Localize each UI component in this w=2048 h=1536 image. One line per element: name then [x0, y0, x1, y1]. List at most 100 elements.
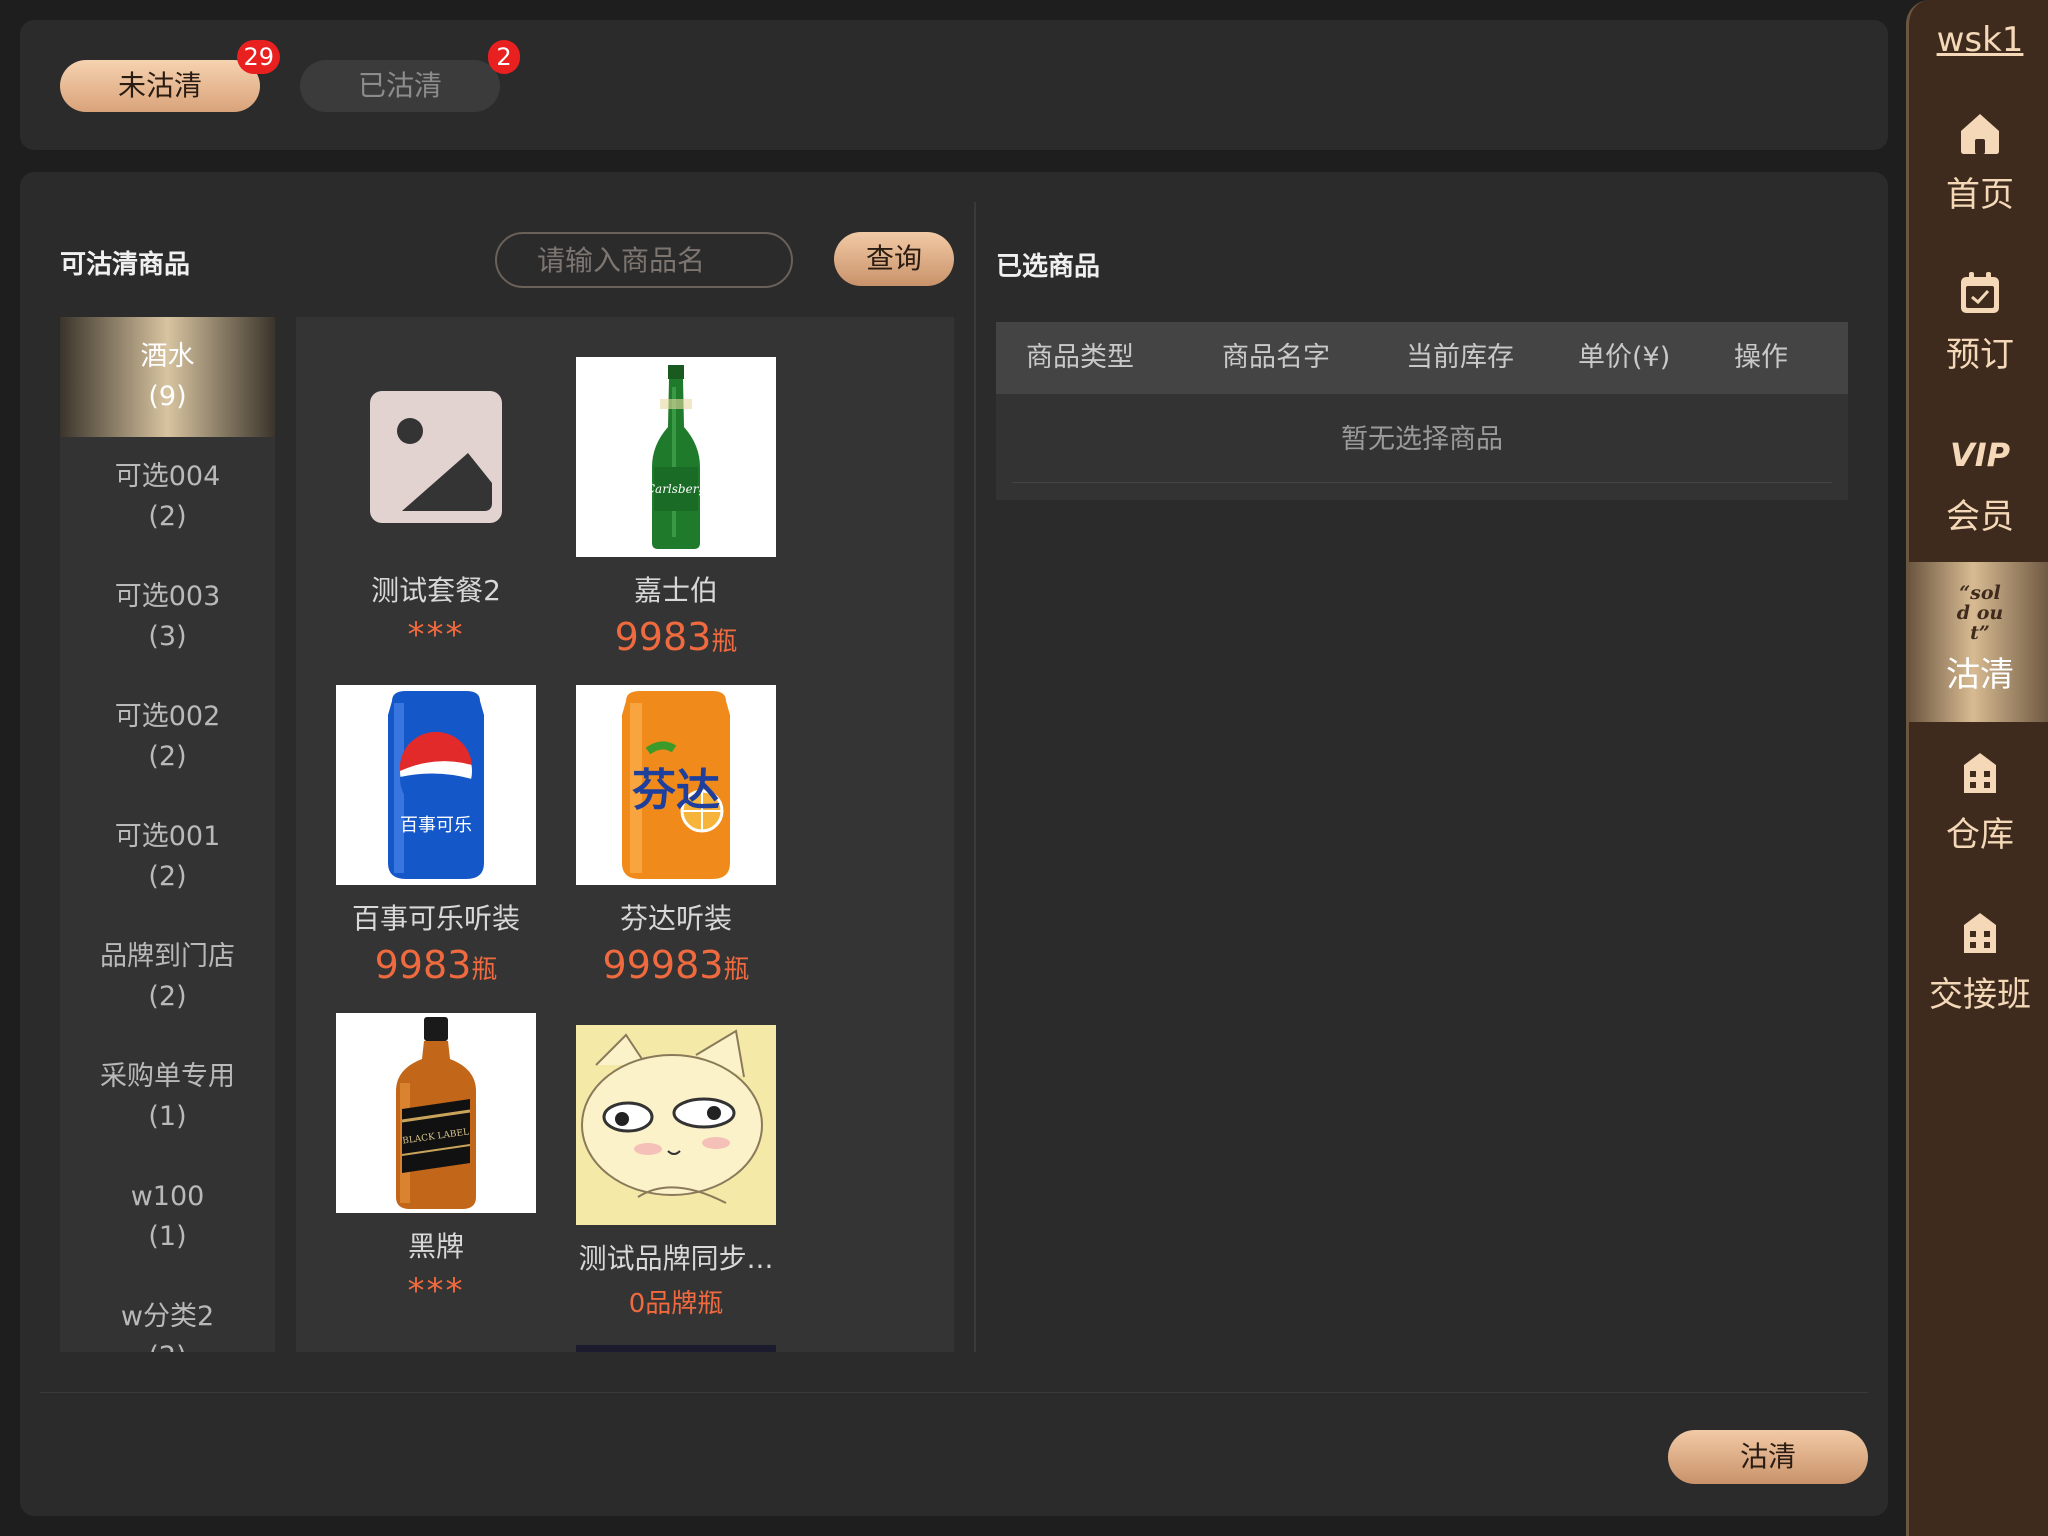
home-icon [1956, 109, 2004, 157]
vip-icon-text: VIP [1949, 435, 2011, 474]
product-search-input[interactable] [495, 232, 793, 288]
product-name: 测试品牌同步... [578, 1242, 774, 1275]
sidebar-item-handover[interactable]: 交接班 [1909, 882, 2048, 1042]
sidebar-item-home[interactable]: 首页 [1909, 82, 2048, 242]
product-card[interactable]: 芬达 芬达听装 99983瓶 [576, 685, 776, 987]
stock-value: 9983 [614, 615, 712, 659]
column-header: 单价(¥) [1578, 342, 1671, 373]
svg-text:百事可乐: 百事可乐 [400, 815, 472, 836]
category-count: (2) [148, 981, 187, 1012]
cat-cartoon-image [576, 1025, 776, 1225]
category-count: (2) [148, 861, 187, 892]
sold-out-icon: “sold out” [1956, 583, 2004, 643]
product-card[interactable]: 测试品牌同步... 0品牌瓶 [576, 1025, 776, 1320]
category-name: w分类2 [120, 1301, 215, 1332]
category-count: (2) [148, 741, 187, 772]
product-card[interactable]: 测试套餐2 *** [336, 357, 536, 655]
table-header: 商品类型 商品名字 当前库存 单价(¥) 操作 [996, 322, 1848, 394]
sidebar-item-booking[interactable]: 预订 [1909, 242, 2048, 402]
product-name: 黑牌 [407, 1230, 464, 1263]
stock-unit: 瓶 [711, 627, 738, 657]
product-name: 嘉士伯 [633, 574, 718, 607]
fanta-can-image: 芬达 [576, 685, 776, 885]
category-item[interactable]: w分类2 (2) [60, 1277, 275, 1352]
product-card[interactable]: Carlsberg 嘉士伯 9983瓶 [576, 357, 776, 659]
sidebar-item-member[interactable]: VIP 会员 [1909, 404, 2048, 564]
category-item[interactable]: 可选002 (2) [60, 677, 275, 797]
sidebar-item-warehouse[interactable]: 仓库 [1909, 722, 2048, 882]
svg-text:芬达: 芬达 [632, 765, 720, 816]
product-stock: *** [407, 615, 465, 655]
pepsi-can-image: 百事可乐 [336, 685, 536, 885]
stock-value: 9983 [374, 943, 472, 987]
category-item[interactable]: 品牌到门店 (2) [60, 917, 275, 1037]
product-name: 百事可乐听装 [351, 902, 520, 935]
svg-text:Carlsberg: Carlsberg [646, 482, 707, 496]
category-count: (2) [148, 1337, 186, 1352]
sidebar-nav: wsk1 首页 预订 VIP 会员 “sold out” 沽清 仓库 交接班 [1906, 0, 2048, 1536]
column-header: 当前库存 [1406, 342, 1514, 373]
category-item[interactable]: 可选004 (2) [60, 437, 275, 557]
footer-divider [40, 1392, 1868, 1393]
user-name[interactable]: wsk1 [1909, 20, 2048, 60]
category-count: (2) [148, 501, 187, 532]
category-name: 采购单专用 [100, 1061, 235, 1092]
sidebar-item-label: 首页 [1946, 174, 2014, 215]
empty-state-text: 暂无选择商品 [1341, 424, 1503, 455]
category-count: (1) [148, 1101, 187, 1132]
tab-label: 未沽清 [117, 69, 202, 102]
category-list[interactable]: 酒水 (9) 可选004 (2) 可选003 (3) 可选002 (2) 可选0… [60, 317, 275, 1352]
whisky-bottle-image: BLACK LABEL [336, 1013, 536, 1213]
sidebar-item-label: 交接班 [1929, 974, 2031, 1015]
category-name: 可选004 [114, 461, 221, 492]
sidebar-item-label: 沽清 [1946, 654, 2014, 695]
product-stock: 9983瓶 [375, 943, 498, 987]
count-badge: 2 [488, 40, 520, 74]
selected-products-title: 已选商品 [996, 252, 1101, 282]
category-count: (9) [148, 381, 187, 412]
column-header: 操作 [1734, 342, 1788, 373]
category-item[interactable]: 可选001 (2) [60, 797, 275, 917]
product-card[interactable]: BLACK LABEL 黑牌 *** [336, 1013, 536, 1311]
tab-unsold-out[interactable]: 未沽清 29 [60, 40, 280, 112]
sold-out-confirm-button[interactable]: 沽清 [1668, 1430, 1868, 1484]
count-badge: 29 [237, 40, 280, 74]
product-stock: 9983瓶 [615, 615, 738, 659]
main-panel: 可沽清商品 查询 酒水 (9) 可选004 (2) 可选003 (3) 可选00… [20, 172, 1888, 1516]
sidebar-item-label: 预订 [1946, 334, 2014, 375]
sold-out-icon-text: “sold out” [1956, 581, 2004, 644]
warehouse-icon [1956, 749, 2004, 797]
product-grid: 测试套餐2 *** Carlsberg 嘉士伯 9983瓶 百事可乐 百事可乐听… [296, 317, 954, 1352]
product-name: 芬达听装 [619, 902, 732, 935]
category-count: (3) [148, 621, 187, 652]
stock-unit: 瓶 [723, 955, 750, 985]
product-card[interactable]: 百事可乐 百事可乐听装 9983瓶 [336, 685, 536, 987]
product-stock: 99983瓶 [603, 943, 750, 987]
panel-divider [974, 202, 976, 1352]
stock-unit: 瓶 [471, 955, 498, 985]
table-divider [1012, 482, 1832, 483]
sidebar-item-label: 仓库 [1946, 814, 2014, 855]
category-item[interactable]: w100 (1) [60, 1157, 275, 1277]
column-header: 商品类型 [1026, 342, 1134, 373]
selected-products-table: 商品类型 商品名字 当前库存 单价(¥) 操作 暂无选择商品 [996, 322, 1848, 500]
category-name: 可选001 [114, 821, 221, 852]
vip-icon: VIP [1950, 431, 2010, 479]
category-count: (1) [148, 1221, 187, 1252]
category-item[interactable]: 采购单专用 (1) [60, 1037, 275, 1157]
handover-icon [1956, 909, 2004, 957]
available-products-title: 可沽清商品 [60, 250, 191, 280]
stock-value: 99983 [602, 943, 724, 987]
category-item[interactable]: 酒水 (9) [60, 317, 275, 437]
placeholder-image-icon [336, 357, 536, 557]
calendar-check-icon [1956, 269, 2004, 317]
tab-label: 已沽清 [357, 69, 442, 102]
product-stock: *** [407, 1271, 465, 1311]
carlsberg-bottle-image: Carlsberg [576, 357, 776, 557]
tab-sold-out[interactable]: 已沽清 2 [300, 40, 520, 112]
column-header: 商品名字 [1222, 342, 1330, 373]
product-stock: 0品牌瓶 [628, 1289, 724, 1319]
query-button[interactable]: 查询 [834, 232, 954, 286]
category-item[interactable]: 可选003 (3) [60, 557, 275, 677]
sidebar-item-sold-out[interactable]: “sold out” 沽清 [1909, 562, 2048, 722]
